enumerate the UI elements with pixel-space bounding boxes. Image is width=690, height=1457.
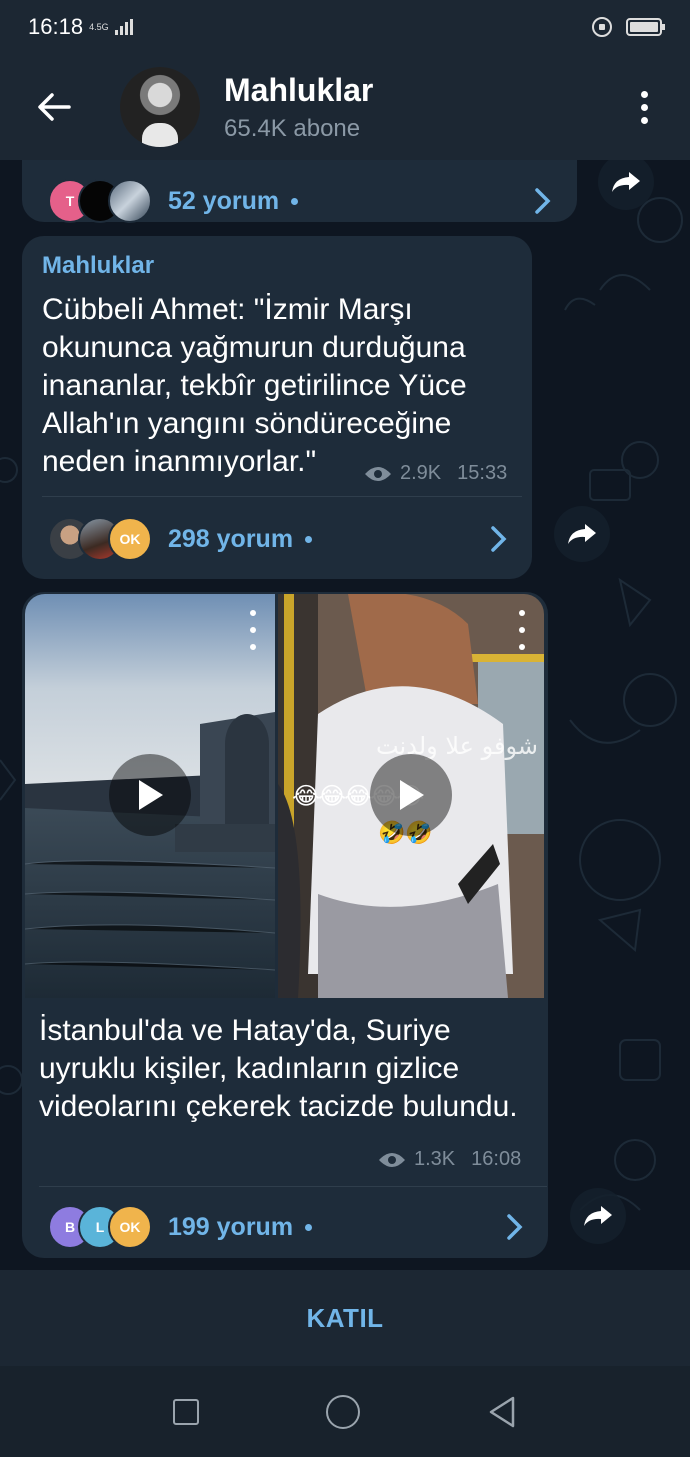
comments-divider — [42, 496, 522, 497]
unread-dot — [291, 197, 299, 205]
view-count: 2.9K — [400, 462, 442, 484]
eye-icon — [379, 1152, 405, 1167]
message-time: 16:08 — [471, 1148, 522, 1170]
eye-icon — [365, 466, 391, 481]
commenter-avatars: OK — [48, 517, 152, 561]
signal-icon — [114, 19, 133, 35]
video-thumbnail[interactable]: شوفو علا ولدنت 😂😂😂😂😂 🤣🤣 — [278, 594, 544, 998]
more-dot-icon — [640, 90, 648, 98]
subscriber-count: 65.4K abone — [224, 114, 361, 142]
video-menu-button[interactable] — [245, 610, 261, 650]
video-thumbnail[interactable] — [25, 594, 275, 998]
commenter-avatar — [108, 179, 152, 223]
message-text: İstanbul'da ve Hatay'da, Suriye uyruklu … — [39, 1014, 518, 1123]
battery-icon — [626, 18, 665, 36]
play-button[interactable] — [370, 754, 452, 836]
join-channel-button[interactable]: KATIL — [306, 1303, 383, 1334]
status-time-group: 16:18 4.5G — [28, 14, 133, 40]
message-time: 15:33 — [457, 462, 508, 484]
network-indicator: 4.5G — [89, 22, 109, 32]
message-list[interactable]: T 52 yorum Mahluklar Cübbeli Ahmet: "İzm… — [0, 160, 690, 1270]
home-button[interactable] — [325, 1394, 360, 1429]
video-menu-button[interactable] — [514, 610, 530, 650]
rotation-lock-icon — [592, 17, 612, 37]
share-arrow-icon — [568, 524, 596, 544]
channel-name: Mahluklar — [224, 71, 374, 108]
comments-link[interactable]: OK 298 yorum — [48, 514, 518, 564]
message-bubble[interactable]: شوفو علا ولدنت 😂😂😂😂😂 🤣🤣 İstanbul'da ve H… — [22, 592, 548, 1258]
comment-count: 298 yorum — [168, 524, 294, 553]
commenter-avatar: OK — [108, 517, 152, 561]
comments-link[interactable]: T 52 yorum — [48, 176, 558, 226]
commenter-avatars: B L OK — [48, 1205, 152, 1249]
message-sender: Mahluklar — [42, 252, 155, 279]
chevron-right-icon — [491, 526, 507, 552]
channel-avatar[interactable] — [120, 67, 200, 147]
status-bar: 16:18 4.5G — [0, 0, 690, 54]
message-meta: 1.3K 16:08 — [378, 1148, 521, 1171]
more-dot-icon — [640, 103, 648, 111]
recent-apps-button[interactable] — [173, 1398, 200, 1425]
more-dot-icon — [640, 116, 648, 124]
message-text: Cübbeli Ahmet: "İzmir Marşı okununca yağ… — [42, 293, 467, 478]
view-count: 1.3K — [414, 1148, 456, 1170]
chat-header: Mahluklar 65.4K abone — [0, 54, 690, 160]
commenter-avatar: OK — [108, 1205, 152, 1249]
comment-count: 52 yorum — [168, 186, 280, 215]
comment-count: 199 yorum — [168, 1212, 294, 1241]
comments-divider — [39, 1186, 547, 1187]
play-icon — [139, 780, 163, 810]
unread-dot — [305, 535, 313, 543]
play-icon — [400, 780, 424, 810]
share-arrow-icon — [612, 172, 640, 192]
back-arrow-icon — [38, 93, 71, 121]
join-bar: KATIL — [0, 1270, 690, 1366]
share-arrow-icon — [584, 1206, 612, 1226]
message-bubble[interactable]: Mahluklar Cübbeli Ahmet: "İzmir Marşı ok… — [22, 236, 532, 579]
channel-info[interactable]: Mahluklar 65.4K abone — [224, 72, 624, 143]
back-button[interactable] — [24, 77, 84, 137]
system-navigation-bar — [0, 1366, 690, 1457]
message-meta: 2.9K 15:33 — [364, 462, 507, 485]
share-button[interactable] — [570, 1188, 626, 1244]
share-button[interactable] — [554, 506, 610, 562]
chevron-right-icon — [535, 188, 551, 214]
more-menu-button[interactable] — [624, 77, 664, 137]
chevron-right-icon — [507, 1214, 523, 1240]
status-time: 16:18 — [28, 14, 84, 39]
message-bubble[interactable]: T 52 yorum — [22, 160, 577, 223]
video-overlay-text: شوفو علا ولدنت — [375, 732, 538, 760]
commenter-avatars: T — [48, 179, 152, 223]
comments-link[interactable]: B L OK 199 yorum — [48, 1202, 534, 1252]
unread-dot — [305, 1223, 313, 1231]
back-triangle-icon[interactable] — [487, 1395, 517, 1429]
play-button[interactable] — [109, 754, 191, 836]
status-icons — [592, 17, 665, 37]
